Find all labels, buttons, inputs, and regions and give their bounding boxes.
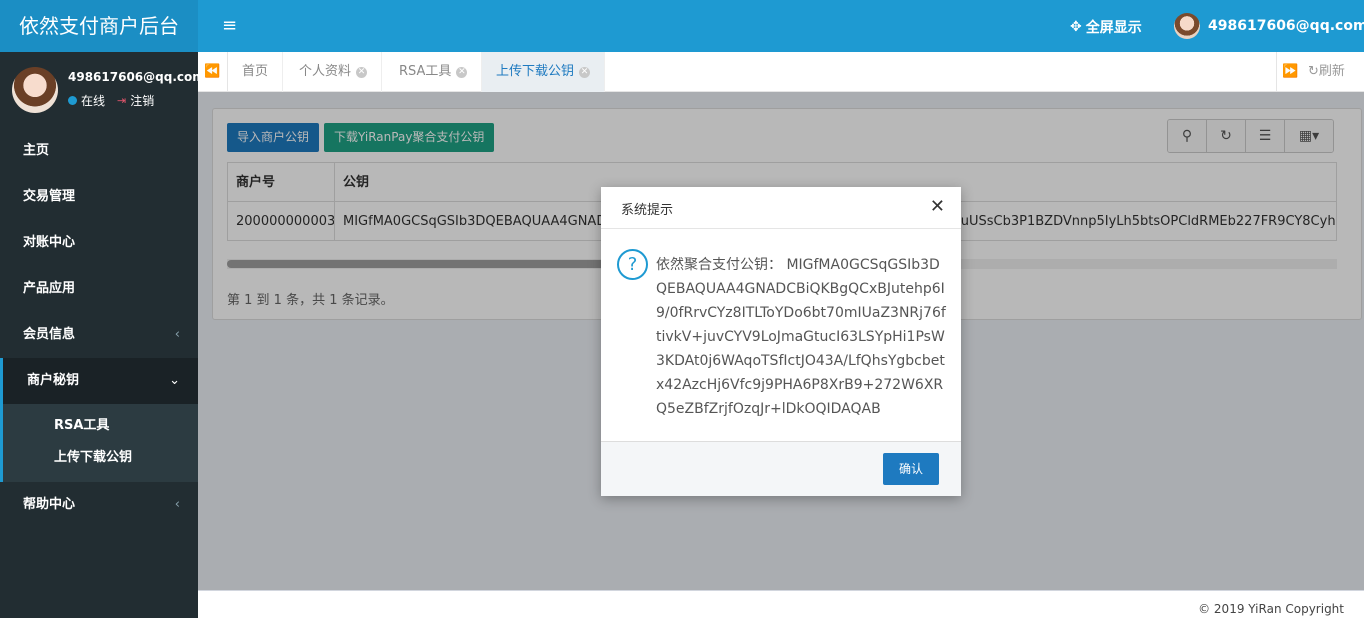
online-dot-icon [68,96,77,105]
tab-strip: ⏪ 首页 个人资料 ✕ RSA工具 ✕ 上传下载公钥 ✕ ⏩ ↻刷新 [198,52,1364,92]
refresh-icon: ↻ [1308,64,1319,79]
copyright-text: © 2019 YiRan Copyright [1198,602,1344,616]
avatar [12,67,58,113]
sidebar-item-label: 商户秘钥 [27,373,80,388]
sidebar-user-email: 498617606@qq.com [68,70,205,84]
sidebar-item-merchant-keys[interactable]: 商户秘钥 ⌄ [0,358,198,404]
sidebar-item-help-center[interactable]: 帮助中心 ‹ [0,482,198,528]
user-email: 498617606@qq.com [1208,18,1364,34]
footer: © 2019 YiRan Copyright [198,590,1364,618]
fullscreen-label: 全屏显示 [1085,20,1142,36]
user-menu[interactable]: 498617606@qq.com [1174,13,1364,39]
system-prompt-dialog: 系统提示 ✕ ? 依然聚合支付公钥： MIGfMA0GCSqGSIb3DQEBA… [601,187,961,496]
confirm-button[interactable]: 确认 [883,453,939,485]
sidebar-item-label: 交易管理 [23,189,76,204]
sidebar-item-products[interactable]: 产品应用 [0,266,198,312]
submenu-merchant-keys: RSA工具 上传下载公钥 [0,404,198,482]
sidebar-item-label: 产品应用 [23,281,76,296]
fullscreen-icon: ✥ [1070,19,1082,35]
user-status: 在线 ⇥ 注销 [68,92,154,109]
sidebar-item-member-info[interactable]: 会员信息 ‹ [0,312,198,358]
menu-toggle-icon[interactable]: ≡ [222,16,237,36]
tab-home[interactable]: 首页 [228,52,284,92]
tab-label: 个人资料 [299,64,352,79]
top-navbar: ≡ ✥ 全屏显示 498617606@qq.com [198,0,1364,52]
chevron-left-icon: ‹ [174,497,180,512]
avatar [1174,13,1200,39]
sidebar-item-label: 帮助中心 [23,497,76,512]
tab-upload-download-key[interactable]: 上传下载公钥 ✕ [482,52,606,92]
dialog-footer: 确认 [601,441,961,496]
fullscreen-button[interactable]: ✥ 全屏显示 [1070,17,1142,37]
sidebar-item-label: 会员信息 [23,327,76,342]
sidebar-item-label: 主页 [23,143,50,158]
user-panel: 498617606@qq.com 在线 ⇥ 注销 [0,52,205,124]
tab-rsa-tool[interactable]: RSA工具 ✕ [385,52,483,92]
dialog-body: ? 依然聚合支付公钥： MIGfMA0GCSqGSIb3DQEBAQUAA4GN… [601,229,961,441]
close-icon[interactable]: ✕ [456,67,468,78]
question-icon: ? [617,249,648,280]
status-online-label: 在线 [81,94,106,108]
refresh-button[interactable]: ↻刷新 [1308,52,1345,92]
sidebar-menu: 主页 交易管理 对账中心 产品应用 会员信息 ‹ 商户秘钥 ⌄ RSA工具 上传… [0,128,198,528]
close-icon[interactable]: ✕ [579,67,591,78]
dialog-title: 系统提示 [621,203,674,218]
logout-link[interactable]: 注销 [130,92,154,109]
sidebar-item-transactions[interactable]: 交易管理 [0,174,198,220]
refresh-label: 刷新 [1318,64,1345,79]
dialog-header: 系统提示 ✕ [601,187,961,229]
logout-icon[interactable]: ⇥ [117,94,126,107]
tab-label: RSA工具 [399,64,452,79]
sidebar-item-reconciliation[interactable]: 对账中心 [0,220,198,266]
close-icon[interactable]: ✕ [356,67,368,78]
sidebar-subitem-rsa-tool[interactable]: RSA工具 [3,410,198,442]
tab-profile[interactable]: 个人资料 ✕ [285,52,383,92]
sidebar-item-home[interactable]: 主页 [0,128,198,174]
sidebar-item-label: 对账中心 [23,235,76,250]
chevron-down-icon: ⌄ [169,373,180,388]
tab-scroll-right-icon[interactable]: ⏩ [1276,52,1304,92]
dialog-message: 依然聚合支付公钥： MIGfMA0GCSqGSIb3DQEBAQUAA4GNAD… [656,257,946,417]
tab-label: 首页 [242,64,269,79]
tab-scroll-left-icon[interactable]: ⏪ [198,52,228,92]
close-icon[interactable]: ✕ [930,197,945,217]
app-title: 依然支付商户后台 [0,0,198,52]
tab-label: 上传下载公钥 [496,64,575,79]
sidebar: 498617606@qq.com 在线 ⇥ 注销 主页 交易管理 对账中心 产品… [0,52,205,618]
chevron-left-icon: ‹ [174,327,180,342]
sidebar-subitem-upload-download-key[interactable]: 上传下载公钥 [3,442,198,474]
